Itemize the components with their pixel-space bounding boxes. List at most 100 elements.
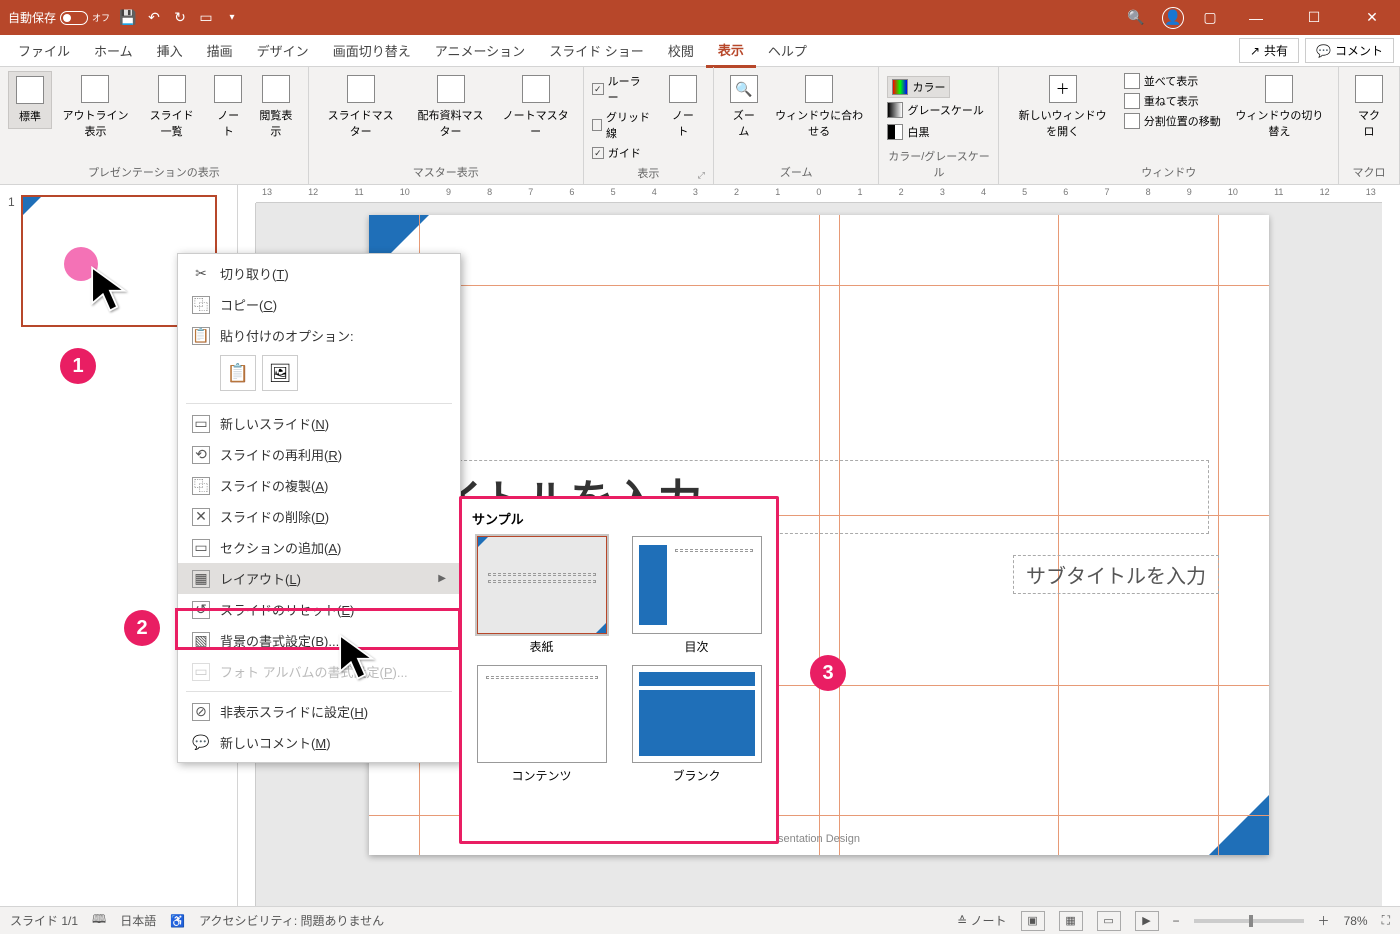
clipboard-icon: 📋	[227, 363, 249, 384]
reuse-slides-icon: ⟲	[192, 446, 210, 464]
slide-sorter-button[interactable]: スライド一覧	[139, 71, 204, 143]
fit-window-button[interactable]: ウィンドウに合わせる	[768, 71, 871, 143]
ctx-hide-slide[interactable]: ⊘非表示スライドに設定(H)	[178, 696, 460, 727]
ctx-new-comment[interactable]: 💬新しいコメント(M)	[178, 727, 460, 758]
tab-slideshow[interactable]: スライド ショー	[537, 35, 656, 66]
layout-option-contents[interactable]: コンテンツ	[472, 665, 611, 784]
new-window-button[interactable]: ＋新しいウィンドウを開く	[1007, 71, 1117, 143]
spell-check-icon[interactable]: 🕮	[92, 910, 106, 931]
gridlines-checkbox[interactable]: グリッド線	[592, 107, 651, 143]
qat-customize-icon[interactable]: ▾	[224, 10, 240, 26]
layout-option-toc[interactable]: 目次	[627, 536, 766, 655]
notes-master-button[interactable]: ノートマスター	[496, 71, 574, 143]
outline-view-label: アウトライン表示	[60, 107, 131, 139]
slide-master-button[interactable]: スライドマスター	[317, 71, 405, 143]
zoom-out-button[interactable]: −	[1173, 914, 1180, 928]
group-label-window: ウィンドウ	[1007, 162, 1330, 182]
zoom-in-button[interactable]: ＋	[1318, 912, 1330, 929]
notes-toggle-button[interactable]: ≙ ノート	[957, 912, 1006, 929]
close-button[interactable]: ✕	[1352, 3, 1392, 33]
ctx-layout[interactable]: ▦レイアウト(L)▶	[178, 563, 460, 594]
bw-button[interactable]: 白黒	[887, 122, 929, 142]
dialog-launcher-icon[interactable]: ⤢	[698, 170, 705, 181]
tab-insert[interactable]: 挿入	[145, 35, 195, 66]
arrange-all-button[interactable]: 並べて表示	[1124, 71, 1221, 91]
slideshow-view-icon[interactable]: ▶	[1135, 911, 1159, 931]
notes-page-icon	[214, 75, 242, 103]
redo-icon[interactable]: ↻	[172, 10, 188, 26]
save-icon[interactable]: 💾	[120, 10, 136, 26]
share-button[interactable]: ↗共有	[1239, 38, 1299, 63]
search-icon[interactable]: 🔍	[1128, 10, 1144, 26]
layout-option-blank[interactable]: ブランク	[627, 665, 766, 784]
tab-help[interactable]: ヘルプ	[756, 35, 819, 66]
group-label-zoom: ズーム	[722, 162, 871, 182]
account-icon[interactable]: 👤	[1162, 7, 1184, 29]
zoom-slider[interactable]	[1194, 919, 1304, 923]
sorter-view-icon[interactable]: ▦	[1059, 911, 1083, 931]
ruler-checkbox[interactable]: ✓ルーラー	[592, 71, 651, 107]
duplicate-icon: ⿻	[192, 477, 210, 495]
grayscale-label: グレースケール	[907, 102, 983, 118]
switch-windows-label: ウィンドウの切り替え	[1235, 107, 1324, 139]
fit-to-window-icon[interactable]: ⛶	[1382, 913, 1390, 928]
start-from-beginning-icon[interactable]: ▭	[198, 10, 214, 26]
ctx-new-slide[interactable]: ▭新しいスライド(N)	[178, 408, 460, 439]
ctx-reset-slide[interactable]: ↺スライドのリセット(E)	[178, 594, 460, 625]
guides-checkbox[interactable]: ✓ガイド	[592, 143, 651, 163]
autosave-label: 自動保存	[8, 9, 56, 26]
ribbon-display-icon[interactable]: ▢	[1202, 10, 1218, 26]
tab-design[interactable]: デザイン	[245, 35, 321, 66]
normal-view-icon[interactable]: ▣	[1021, 911, 1045, 931]
ctx-copy[interactable]: ⿻コピー(C)	[178, 289, 460, 320]
tab-review[interactable]: 校閲	[656, 35, 706, 66]
new-slide-icon: ▭	[192, 415, 210, 433]
ctx-add-section[interactable]: ▭セクションの追加(A)	[178, 532, 460, 563]
tab-home[interactable]: ホーム	[82, 35, 145, 66]
cascade-button[interactable]: 重ねて表示	[1124, 91, 1221, 111]
reading-view-icon[interactable]: ▭	[1097, 911, 1121, 931]
macros-button[interactable]: マクロ	[1347, 71, 1391, 143]
ctx-cut[interactable]: ✂切り取り(T)	[178, 258, 460, 289]
slide-footer-text: sentation Design	[778, 833, 860, 845]
reading-view-button[interactable]: 閲覧表示	[252, 71, 299, 143]
status-language[interactable]: 日本語	[120, 912, 156, 929]
context-menu: ✂切り取り(T) ⿻コピー(C) 📋貼り付けのオプション: 📋 🖼 ▭新しいスラ…	[177, 253, 461, 763]
minimize-button[interactable]: —	[1236, 3, 1276, 33]
new-window-label: 新しいウィンドウを開く	[1013, 107, 1111, 139]
switch-windows-button[interactable]: ウィンドウの切り替え	[1229, 71, 1330, 143]
group-label-color: カラー/グレースケール	[887, 146, 990, 182]
tab-transitions[interactable]: 画面切り替え	[321, 35, 423, 66]
grayscale-button[interactable]: グレースケール	[887, 100, 983, 120]
ctx-duplicate-slide[interactable]: ⿻スライドの複製(A)	[178, 470, 460, 501]
handout-master-button[interactable]: 配布資料マスター	[407, 71, 495, 143]
zoom-level[interactable]: 78%	[1344, 914, 1368, 928]
move-split-button[interactable]: 分割位置の移動	[1124, 111, 1221, 131]
paste-option-dest-theme[interactable]: 📋	[220, 355, 256, 391]
notes-page-button[interactable]: ノート	[206, 71, 250, 143]
comments-button[interactable]: 💬コメント	[1305, 38, 1394, 63]
autosave-toggle[interactable]: 自動保存 オフ	[8, 9, 110, 26]
tab-view[interactable]: 表示	[706, 34, 756, 68]
ctx-format-background[interactable]: ▧背景の書式設定(B)...	[178, 625, 460, 656]
normal-view-label: 標準	[19, 108, 41, 124]
ctx-reuse-slides[interactable]: ⟲スライドの再利用(R)	[178, 439, 460, 470]
subtitle-placeholder[interactable]: サブタイトルを入力	[1013, 555, 1219, 594]
outline-view-button[interactable]: アウトライン表示	[54, 71, 137, 143]
tab-animations[interactable]: アニメーション	[423, 35, 537, 66]
normal-view-button[interactable]: 標準	[8, 71, 52, 129]
ribbon: 標準 アウトライン表示 スライド一覧 ノート 閲覧表示 プレゼンテーションの表示…	[0, 67, 1400, 185]
layout-option-cover[interactable]: 表紙	[472, 536, 611, 655]
layout-option-label: 目次	[627, 638, 766, 655]
ctx-delete-slide[interactable]: ✕スライドの削除(D)	[178, 501, 460, 532]
color-button[interactable]: カラー	[887, 76, 950, 98]
tab-draw[interactable]: 描画	[195, 35, 245, 66]
share-label: 共有	[1264, 42, 1288, 59]
undo-icon[interactable]: ↶	[146, 10, 162, 26]
notes-button[interactable]: ノート	[661, 71, 705, 143]
maximize-button[interactable]: ☐	[1294, 3, 1334, 33]
zoom-button[interactable]: 🔍ズーム	[722, 71, 766, 143]
status-accessibility[interactable]: アクセシビリティ: 問題ありません	[199, 912, 384, 929]
paste-option-picture[interactable]: 🖼	[262, 355, 298, 391]
tab-file[interactable]: ファイル	[6, 35, 82, 66]
